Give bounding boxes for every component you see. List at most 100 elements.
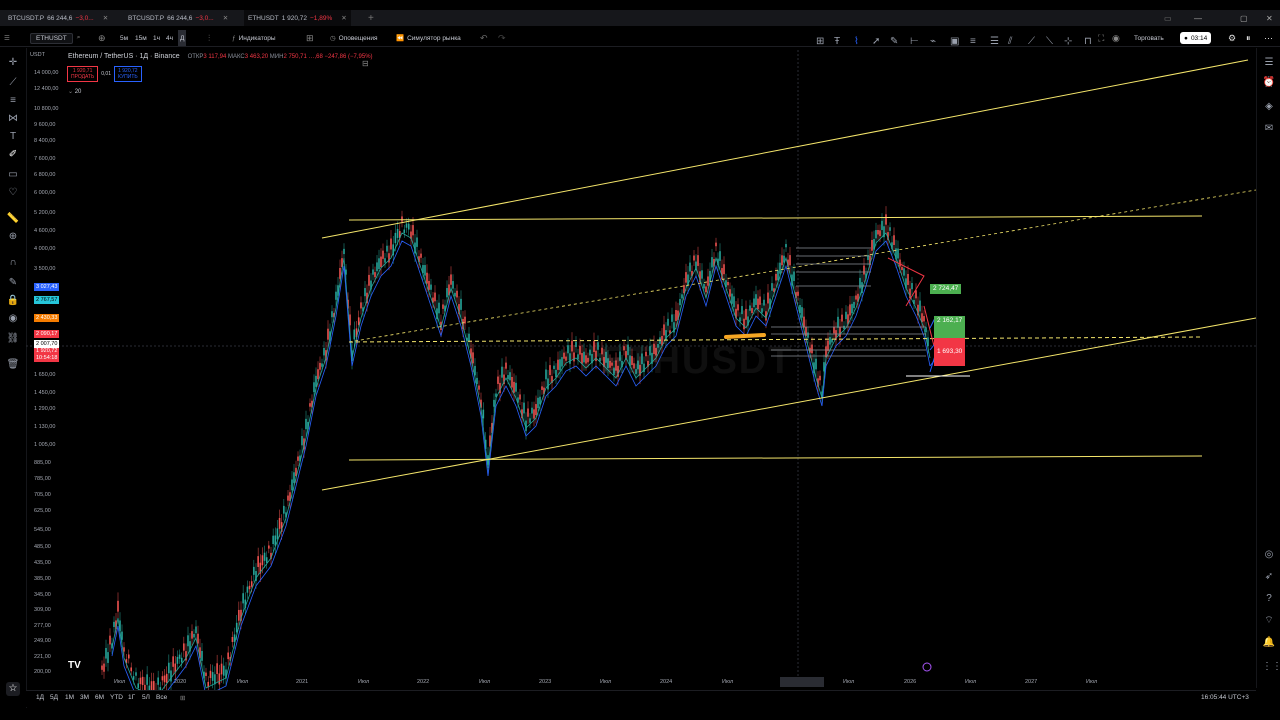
replay-button[interactable]: ⏪ Симулятор рынка xyxy=(396,30,461,46)
alerts-button[interactable]: ◷ Оповещения xyxy=(330,30,378,46)
apps-icon[interactable]: ⋮⋮ xyxy=(1262,660,1280,674)
upper-price-box[interactable]: 2 724,47 xyxy=(930,284,962,294)
buy-button[interactable]: 1 920,72 КУПИТЬ xyxy=(114,66,142,82)
candle-body xyxy=(360,302,362,309)
fib-tool-icon[interactable]: ☰ xyxy=(990,36,999,47)
range-3[interactable]: 3М xyxy=(80,694,89,701)
tab-change: −3,0... xyxy=(195,14,214,22)
brush-icon[interactable]: ✐ xyxy=(6,148,20,162)
pause-icon[interactable]: ⏸ xyxy=(1246,30,1251,46)
tab-btc-1[interactable]: BTCUSDT.P 66 244,6 −3,0... ✕ xyxy=(4,10,112,26)
watchlist-icon[interactable]: ☰ xyxy=(1262,56,1276,70)
interval-5m[interactable]: 5м xyxy=(120,30,128,46)
redo-icon[interactable]: ↷ xyxy=(498,30,506,46)
trash-icon[interactable]: 🗑 xyxy=(6,358,20,372)
range-tool-icon[interactable]: ⊢ xyxy=(910,36,919,47)
interval-4h[interactable]: 4ч xyxy=(166,30,173,46)
alerts-clock-icon[interactable]: ⏰ xyxy=(1262,76,1276,90)
compare-icon[interactable]: ⊕ xyxy=(98,30,106,46)
new-tab-icon[interactable]: + xyxy=(364,10,378,26)
low-price-box[interactable]: 1 693,30 xyxy=(934,338,966,366)
mid-price-box[interactable]: 2 162,17 xyxy=(934,316,966,338)
range-5[interactable]: YTD xyxy=(110,694,123,701)
heart-icon[interactable]: ♡ xyxy=(6,186,20,200)
menu-icon[interactable]: ☰ xyxy=(4,30,10,46)
close-icon[interactable]: ✕ xyxy=(341,14,346,22)
undo-icon[interactable]: ↶ xyxy=(480,30,488,46)
rocket-icon[interactable]: ➶ xyxy=(1262,570,1276,584)
path-tool-icon[interactable]: ⌁ xyxy=(930,36,936,47)
camera-icon[interactable]: ◉ xyxy=(1112,30,1120,46)
range-0[interactable]: 1Д xyxy=(36,694,44,701)
measure-tool-icon[interactable]: ⊹ xyxy=(1064,36,1072,47)
chat-icon[interactable]: ✉ xyxy=(1262,122,1276,136)
candle-body xyxy=(663,324,665,336)
window-icon[interactable]: ▭ xyxy=(1160,10,1176,26)
link-icon[interactable]: ⛓ xyxy=(6,332,20,346)
candle-body xyxy=(509,372,511,381)
close-icon[interactable]: ✕ xyxy=(223,14,228,22)
symbol-search[interactable]: ETHUSDT ⌕ xyxy=(30,30,80,46)
interval-1h[interactable]: 1ч xyxy=(153,30,160,46)
chevron-down-icon[interactable]: ⌄ xyxy=(68,89,73,95)
layers-icon[interactable]: ◈ xyxy=(1262,100,1276,114)
lock-drawings-icon[interactable]: ✎ xyxy=(6,276,20,290)
more-icon[interactable]: ⋯ xyxy=(1264,30,1273,46)
candle-body xyxy=(839,327,841,337)
close-icon[interactable]: ✕ xyxy=(103,14,108,22)
minimize-icon[interactable]: — xyxy=(1190,10,1206,26)
zoom-icon[interactable]: ⊕ xyxy=(6,230,20,244)
close-window-icon[interactable]: ✕ xyxy=(1262,10,1277,26)
text-icon[interactable]: T xyxy=(6,130,20,144)
chart-type-icon[interactable]: ⫶ xyxy=(208,30,210,46)
star-icon[interactable]: ☆ xyxy=(6,682,20,696)
maximize-icon[interactable]: ▢ xyxy=(1236,10,1252,26)
stream-icon[interactable]: ⌔ xyxy=(1262,614,1276,628)
candle-body xyxy=(719,251,721,261)
range-2[interactable]: 1М xyxy=(65,694,74,701)
arrow-tool-icon[interactable]: ➚ xyxy=(872,36,880,47)
sell-button[interactable]: 1 920,71 ПРОДАТЬ xyxy=(67,66,99,82)
target-icon[interactable]: ◎ xyxy=(1262,548,1276,562)
range-4[interactable]: 6М xyxy=(95,694,104,701)
layout-icon[interactable]: ⊞ xyxy=(306,30,314,46)
ruler-icon[interactable]: 📏 xyxy=(6,212,20,226)
pitch-tool-icon[interactable]: ⫽ xyxy=(1008,36,1012,47)
pattern-icon[interactable]: ⋈ xyxy=(6,112,20,126)
indicators-button[interactable]: ƒ Индикаторы xyxy=(232,30,276,46)
range-1[interactable]: 5Д xyxy=(50,694,58,701)
recording-badge[interactable]: ● 03:14 xyxy=(1180,32,1212,44)
notifications-icon[interactable]: 🔔 xyxy=(1262,636,1276,650)
calendar-icon[interactable]: ⊞ xyxy=(180,694,185,702)
crosshair-icon[interactable]: ✛ xyxy=(6,56,20,70)
tab-btc-2[interactable]: BTCUSDT.P 66 244,6 −3,0... ✕ xyxy=(124,10,232,26)
eye-icon[interactable]: ◉ xyxy=(6,312,20,326)
trend-tool-icon[interactable]: ⟍ xyxy=(1046,36,1053,47)
settings-icon[interactable]: ⚙ xyxy=(1228,30,1236,46)
candle-body xyxy=(101,665,103,670)
pen-tool-icon[interactable]: ✎ xyxy=(890,36,898,47)
trendline-icon[interactable]: ⟋ xyxy=(6,76,20,90)
interval-1d[interactable]: Д xyxy=(178,30,187,46)
interval-15m[interactable]: 15м xyxy=(135,30,147,46)
note-icon[interactable]: ▭ xyxy=(6,168,20,182)
text-tool-icon[interactable]: Ŧ xyxy=(834,36,840,47)
ray-tool-icon[interactable]: ⟋ xyxy=(1028,36,1035,47)
range-6[interactable]: 1Г xyxy=(128,694,135,701)
tab-eth[interactable]: ETHUSDT 1 920,72 −1,89% ✕ xyxy=(244,10,351,26)
range-8[interactable]: Все xyxy=(156,694,167,701)
grid-tool-icon[interactable]: ⊞ xyxy=(816,36,824,47)
projection-tool-icon[interactable]: ⊓ xyxy=(1084,36,1092,47)
brush-tool-icon[interactable]: ⌇ xyxy=(854,36,859,47)
search-icon[interactable]: ⌕ xyxy=(77,34,81,42)
frame-tool-icon[interactable]: ▣ xyxy=(950,36,959,47)
hlines-icon[interactable]: ≡ xyxy=(6,94,20,108)
object-tree-icon[interactable]: ⊟ xyxy=(362,59,369,68)
lock-icon[interactable]: 🔒 xyxy=(6,294,20,308)
help-icon[interactable]: ? xyxy=(1262,592,1276,606)
event-marker-icon[interactable] xyxy=(922,662,932,672)
range-7[interactable]: 5Л xyxy=(142,694,150,701)
trade-button[interactable]: Торговать xyxy=(1134,30,1164,46)
magnet-icon[interactable]: ∩ xyxy=(6,256,20,270)
lines-tool-icon[interactable]: ≡ xyxy=(970,36,976,47)
